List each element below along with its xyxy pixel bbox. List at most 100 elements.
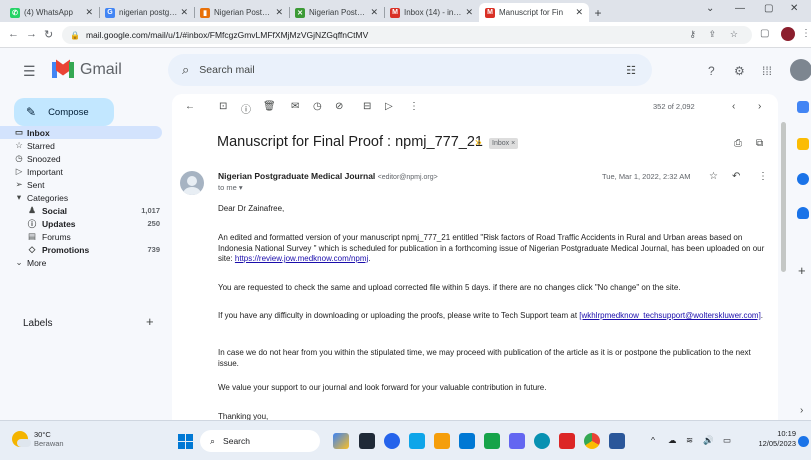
forward-icon[interactable]: → xyxy=(26,28,37,40)
help-icon[interactable]: ? xyxy=(708,64,715,78)
search-options-icon[interactable]: ☷ xyxy=(626,64,636,77)
browser-tab[interactable]: Gnigerian postgrad ✕ xyxy=(99,3,194,22)
teams-app-icon[interactable] xyxy=(384,433,400,449)
sender-avatar[interactable] xyxy=(180,171,204,195)
wifi-icon[interactable]: ≋ xyxy=(686,435,693,446)
profile-avatar[interactable] xyxy=(781,27,795,41)
tab-search-icon[interactable]: ⌄ xyxy=(706,3,714,14)
sidebar-item-categories[interactable]: ▾ Categories xyxy=(0,191,166,204)
close-window-icon[interactable]: ✕ xyxy=(790,3,798,14)
sidebar-item-more[interactable]: ⌄ More xyxy=(0,256,166,269)
show-hidden-icons-icon[interactable]: ^ xyxy=(651,435,655,445)
message-scrollbar[interactable] xyxy=(780,94,787,420)
inbox-label-chip[interactable]: Inbox × xyxy=(489,138,519,149)
widgets-app-icon[interactable] xyxy=(333,433,349,449)
browser-tab[interactable]: M Inbox (14) - intan.z✕ xyxy=(384,3,479,22)
account-avatar[interactable] xyxy=(790,59,811,81)
search-icon[interactable]: ⌕ xyxy=(182,62,189,78)
message-more-icon[interactable]: ⋮ xyxy=(758,171,768,182)
settings-gear-icon[interactable]: ⚙ xyxy=(734,64,745,78)
apps-grid-icon[interactable]: ⁞⁞⁞ xyxy=(762,64,772,78)
sidebar-item-inbox[interactable]: ▭ Inbox xyxy=(0,126,162,139)
older-chevron-icon[interactable]: › xyxy=(758,101,761,112)
scrollbar-thumb[interactable] xyxy=(781,122,786,272)
add-task-icon[interactable]: ⊘ xyxy=(335,101,343,112)
print-icon[interactable]: ⎙ xyxy=(734,138,742,149)
recipient-details-toggle[interactable]: to me ▾ xyxy=(218,183,243,192)
reload-icon[interactable]: ↻ xyxy=(44,28,53,41)
get-addons-icon[interactable]: + xyxy=(798,263,806,278)
tab-close-icon[interactable]: ✕ xyxy=(275,7,283,18)
browser-tab[interactable]: M Manuscript for Fin ✕ xyxy=(479,3,589,22)
volume-icon[interactable]: 🔊 xyxy=(703,435,714,446)
system-clock[interactable]: 10:19 12/05/2023 xyxy=(752,429,796,449)
tab-close-icon[interactable]: ✕ xyxy=(370,7,378,18)
browser-tab[interactable]: ✕ Nigerian Postgrad ✕ xyxy=(289,3,384,22)
sidebar-item-starred[interactable]: ☆ Starred xyxy=(0,139,166,152)
sidebar-item-updates[interactable]: ⓘ Updates 250 xyxy=(0,217,166,230)
store-app-icon[interactable] xyxy=(484,433,500,449)
gmail-logo[interactable]: Gmail xyxy=(52,59,122,79)
star-icon[interactable]: ☆ xyxy=(709,171,718,182)
compose-button[interactable]: ✎ Compose xyxy=(14,98,114,126)
add-label-button[interactable]: + xyxy=(146,314,154,329)
cloud-sync-icon[interactable]: ☁ xyxy=(668,435,677,446)
tasks-icon[interactable] xyxy=(797,173,809,185)
sidebar-item-social[interactable]: ♟ Social 1,017 xyxy=(0,204,166,217)
sidebar-item-snoozed[interactable]: ◷ Snoozed xyxy=(0,152,166,165)
sidepanel-icon[interactable]: ▢ xyxy=(760,28,769,39)
sender-name[interactable]: Nigerian Postgraduate Medical Journal xyxy=(218,171,375,181)
bookmark-star-icon[interactable]: ☆ xyxy=(730,29,738,40)
address-bar[interactable]: 🔒 mail.google.com/mail/u/1/#inbox/FMfcgz… xyxy=(62,26,752,44)
word-app-icon[interactable] xyxy=(609,433,625,449)
contacts-icon[interactable] xyxy=(797,207,809,219)
delete-icon[interactable]: 🗑 xyxy=(263,101,276,112)
show-side-panel-icon[interactable]: › xyxy=(800,405,803,416)
reply-icon[interactable]: ↶ xyxy=(732,171,740,182)
minimize-icon[interactable]: — xyxy=(735,3,745,14)
browser-tab[interactable]: ▮ Nigerian Postgrad ✕ xyxy=(194,3,289,22)
new-tab-button[interactable]: + xyxy=(589,3,607,22)
tab-close-icon[interactable]: ✕ xyxy=(575,7,583,18)
tab-close-icon[interactable]: ✕ xyxy=(180,7,188,18)
task-view-icon[interactable] xyxy=(359,433,375,449)
share-icon[interactable]: ⇪ xyxy=(708,29,716,40)
weather-widget[interactable]: 30°C Berawan xyxy=(12,430,64,448)
battery-icon[interactable]: ▭ xyxy=(723,435,731,446)
windows-start-icon[interactable] xyxy=(178,434,193,449)
keep-icon[interactable] xyxy=(797,138,809,150)
sidebar-item-important[interactable]: ▷ Important xyxy=(0,165,166,178)
mail-app-icon[interactable] xyxy=(459,433,475,449)
taskbar-search[interactable]: ⌕ Search xyxy=(200,430,320,452)
browser-tab[interactable]: ✆ (4) WhatsApp ✕ xyxy=(4,3,99,22)
back-to-inbox-icon[interactable]: ← xyxy=(185,101,195,112)
sidebar-item-forums[interactable]: ▤ Forums xyxy=(0,230,166,243)
notification-badge-icon[interactable] xyxy=(798,436,809,447)
key-icon[interactable]: ⚷ xyxy=(689,29,696,40)
back-icon[interactable]: ← xyxy=(8,28,19,40)
archive-icon[interactable]: ⊡ xyxy=(219,101,227,112)
open-new-window-icon[interactable]: ⧉ xyxy=(756,138,763,149)
file-explorer-icon[interactable] xyxy=(434,433,450,449)
label-icon[interactable]: ▷ xyxy=(385,101,393,112)
move-to-icon[interactable]: ⊟ xyxy=(363,101,371,112)
main-menu-icon[interactable]: ☰ xyxy=(23,63,36,80)
search-input[interactable]: ⌕ Search mail ☷ xyxy=(168,54,652,86)
report-spam-icon[interactable]: ⓘ xyxy=(241,101,251,116)
tab-close-icon[interactable]: ✕ xyxy=(465,7,473,18)
sidebar-item-sent[interactable]: ➢ Sent xyxy=(0,178,166,191)
mark-unread-icon[interactable]: ✉ xyxy=(291,101,299,112)
newer-chevron-icon[interactable]: ‹ xyxy=(732,101,735,112)
calendar-icon[interactable] xyxy=(797,101,809,113)
tech-support-email-link[interactable]: [wkhlrpmedknow_techsupport@wolterskluwer… xyxy=(579,311,761,320)
snooze-icon[interactable]: ◷ xyxy=(313,101,322,112)
review-site-link[interactable]: https://review.jow.medknow.com/npmj xyxy=(235,254,368,263)
media-app-icon[interactable] xyxy=(559,433,575,449)
edge-app-icon[interactable] xyxy=(534,433,550,449)
calculator-app-icon[interactable] xyxy=(509,433,525,449)
restore-icon[interactable]: ▢ xyxy=(764,3,773,14)
importance-marker-icon[interactable]: » xyxy=(475,135,482,149)
sidebar-item-promotions[interactable]: ◇ Promotions 739 xyxy=(0,243,166,256)
more-options-icon[interactable]: ⋮ xyxy=(409,101,419,112)
tab-close-icon[interactable]: ✕ xyxy=(85,7,93,18)
